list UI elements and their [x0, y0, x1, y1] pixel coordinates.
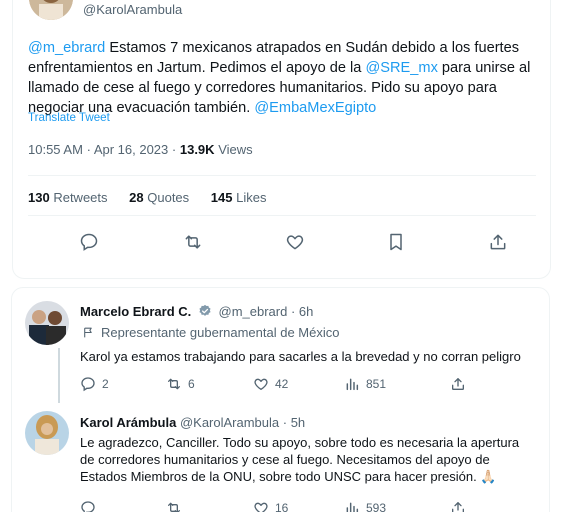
retweet-icon: [168, 378, 180, 390]
reply-header: Marcelo Ebrard C. @m_ebrard · 6h: [80, 304, 313, 319]
analytics-icon: [346, 502, 359, 512]
quotes-count: 28: [129, 190, 144, 205]
like-button[interactable]: 16: [253, 500, 288, 512]
quotes-stat[interactable]: 28 Quotes: [129, 190, 189, 205]
views-button[interactable]: 593: [344, 500, 386, 512]
share-button[interactable]: [450, 500, 472, 512]
mention-link[interactable]: @SRE_mx: [365, 60, 437, 76]
author-name[interactable]: Karol Arámbula: [80, 415, 176, 430]
reply-button[interactable]: [80, 500, 102, 512]
share-icon: [452, 378, 464, 390]
retweets-label: Retweets: [53, 190, 108, 205]
views-button[interactable]: 851: [344, 376, 386, 392]
author-handle[interactable]: @KarolArambula: [83, 2, 182, 17]
like-button[interactable]: [285, 232, 307, 254]
label-text: Representante gubernamental de México: [101, 325, 340, 340]
views-count: 593: [366, 501, 387, 512]
verified-badge-icon: [199, 304, 211, 316]
reply-text: Karol ya estamos trabajando para sacarle…: [80, 349, 521, 364]
avatar[interactable]: [25, 411, 69, 455]
reply-header: Karol Arámbula @KarolArambula · 5h: [80, 415, 305, 430]
replies-section: Marcelo Ebrard C. @m_ebrard · 6h Represe…: [11, 287, 550, 512]
retweets-stat[interactable]: 130 Retweets: [28, 190, 108, 205]
reply-button[interactable]: 2: [80, 376, 109, 392]
avatar[interactable]: [29, 0, 73, 20]
retweet-icon: [168, 502, 180, 512]
tweet-actions: [79, 232, 519, 252]
author-handle[interactable]: @KarolArambula: [180, 415, 279, 430]
reply-actions: 2 6 42 851: [80, 376, 540, 392]
mention-link[interactable]: @EmbaMexEgipto: [254, 100, 376, 116]
translate-link[interactable]: Translate Tweet: [28, 111, 110, 124]
reply-icon: [81, 377, 95, 392]
heart-icon: [286, 235, 304, 250]
retweet-icon: [185, 235, 201, 249]
separator-dot: ·: [171, 142, 177, 157]
analytics-icon: [346, 378, 359, 391]
government-label: Representante gubernamental de México: [82, 325, 339, 340]
avatar[interactable]: [25, 301, 69, 345]
tweet-text: @m_ebrard Estamos 7 mexicanos atrapados …: [28, 38, 548, 118]
author-name[interactable]: Marcelo Ebrard C.: [80, 304, 191, 319]
views-label: Views: [218, 142, 253, 157]
share-button[interactable]: [450, 376, 472, 392]
reply-count: 2: [102, 377, 109, 391]
main-tweet-card: @KarolArambula @m_ebrard Estamos 7 mexic…: [12, 0, 551, 279]
likes-label: Likes: [236, 190, 267, 205]
flag-icon: [84, 327, 92, 338]
reply-icon: [81, 501, 95, 512]
retweet-button[interactable]: [166, 500, 188, 512]
bookmark-icon: [390, 233, 402, 251]
bookmark-button[interactable]: [386, 232, 408, 254]
separator-dot: ·: [86, 142, 91, 157]
retweet-button[interactable]: [183, 232, 205, 254]
share-button[interactable]: [488, 232, 510, 254]
tweet-date[interactable]: Apr 16, 2023: [94, 142, 168, 157]
likes-stat[interactable]: 145 Likes: [211, 190, 267, 205]
tweet-time[interactable]: 10:55 AM: [28, 142, 83, 157]
tweet-stats: 130 Retweets 28 Quotes 145 Likes: [28, 190, 284, 205]
divider: [28, 215, 536, 216]
reply-text: Le agradezco, Canciller. Todo su apoyo, …: [80, 435, 520, 484]
like-button[interactable]: 42: [253, 376, 288, 392]
heart-icon: [254, 378, 268, 390]
like-count: 16: [275, 501, 289, 512]
share-icon: [452, 502, 464, 512]
share-icon: [490, 234, 506, 250]
heart-icon: [254, 502, 268, 512]
quotes-label: Quotes: [147, 190, 190, 205]
reply-button[interactable]: [79, 232, 101, 254]
tweet-meta: 10:55 AM · Apr 16, 2023 · 13.9K Views: [28, 142, 253, 157]
reply-icon: [80, 233, 98, 251]
author-handle[interactable]: @m_ebrard: [219, 304, 288, 319]
like-count: 42: [275, 377, 289, 391]
mention-link[interactable]: @m_ebrard: [28, 40, 105, 56]
views-count: 851: [366, 377, 387, 391]
retweet-count: 6: [188, 377, 195, 391]
retweets-count: 130: [28, 190, 50, 205]
reply-time[interactable]: · 6h: [291, 304, 313, 319]
views-count: 13.9K: [179, 142, 215, 157]
likes-count: 145: [210, 190, 233, 205]
divider: [28, 175, 536, 176]
retweet-button[interactable]: 6: [166, 376, 195, 392]
thread-line: [58, 348, 60, 403]
reply-time[interactable]: · 5h: [283, 415, 305, 430]
reply-actions: 16 593: [80, 500, 540, 512]
